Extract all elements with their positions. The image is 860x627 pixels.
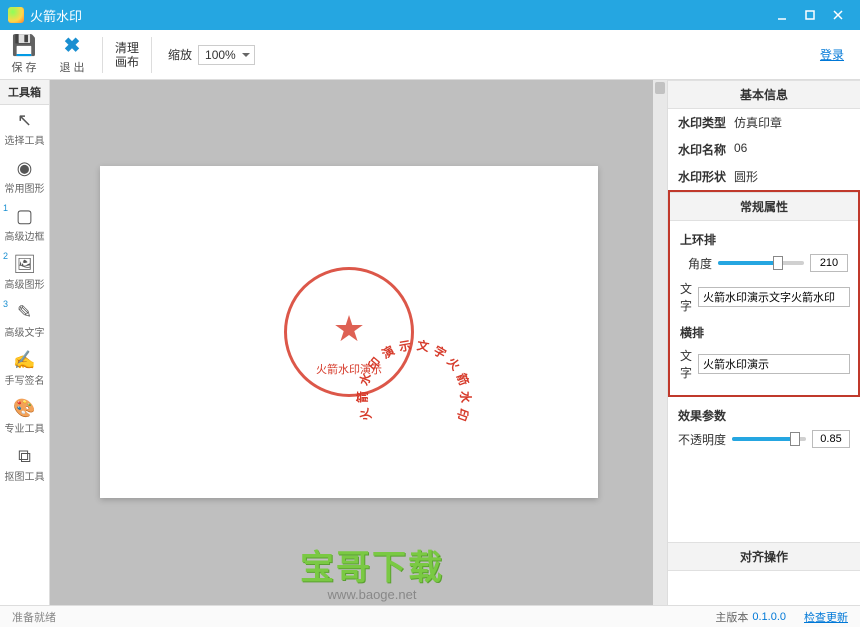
tool-text[interactable]: 3✎高级文字 <box>0 297 49 345</box>
opacity-label: 不透明度 <box>678 431 726 448</box>
tool-cursor[interactable]: ↖ 选择工具 <box>0 105 49 153</box>
canvas[interactable]: 火箭水印演示文字火箭水印 ★ 火箭水印演示 <box>100 166 598 498</box>
save-icon: 💾 <box>0 35 48 57</box>
save-button[interactable]: 💾 保 存 <box>0 31 48 79</box>
angle-slider[interactable] <box>718 261 804 265</box>
toolbox: 工具箱 ↖ 选择工具 ◉ 常用图形 1▢高级边框2🖼高级图形3✎高级文字 ✍ 手写签名 🎨 专业… <box>0 80 50 605</box>
main-area: 工具箱 ↖ 选择工具 ◉ 常用图形 1▢高级边框2🖼高级图形3✎高级文字 ✍ 手写签名 🎨 专业… <box>0 80 860 605</box>
align-header: 对齐操作 <box>668 542 860 571</box>
slider-thumb[interactable] <box>790 432 800 446</box>
separator <box>151 37 152 73</box>
tool-label: 高级图形 <box>0 276 49 291</box>
opacity-slider[interactable] <box>732 437 806 441</box>
pen-icon: ✍ <box>0 350 49 370</box>
separator <box>102 37 103 73</box>
tool-badge: 1 <box>3 203 8 213</box>
right-panel: 基本信息 水印类型仿真印章 水印名称06 水印形状圆形 常规属性 上环排 角度 … <box>667 80 860 605</box>
app-logo-icon <box>8 7 24 23</box>
tool-crop[interactable]: ⧉ 抠图工具 <box>0 441 49 489</box>
angle-input[interactable] <box>810 254 848 272</box>
close-button[interactable] <box>824 0 852 30</box>
window-title: 火箭水印 <box>30 6 768 25</box>
star-icon: ★ <box>333 308 365 350</box>
properties-highlight: 常规属性 上环排 角度 文字 横排 文字 <box>668 190 860 397</box>
properties-header: 常规属性 <box>670 192 858 221</box>
info-row-name: 水印名称06 <box>668 136 860 163</box>
upper-text-label: 文字 <box>680 280 692 314</box>
stamp-watermark[interactable]: 火箭水印演示文字火箭水印 ★ 火箭水印演示 <box>284 267 414 397</box>
tool-label: 专业工具 <box>0 420 49 435</box>
tool-label: 常用图形 <box>0 180 49 195</box>
tool-circle[interactable]: ◉ 常用图形 <box>0 153 49 201</box>
tool-image[interactable]: 2🖼高级图形 <box>0 249 49 297</box>
login-link[interactable]: 登录 <box>820 46 844 63</box>
tool-label: 手写签名 <box>0 372 49 387</box>
tool-label: 选择工具 <box>0 132 49 147</box>
tool-label: 高级文字 <box>0 324 49 339</box>
statusbar: 准备就绪 主版本 0.1.0.0 检查更新 <box>0 605 860 627</box>
clear-canvas-button[interactable]: 清理 画布 <box>109 41 145 69</box>
tool-badge: 2 <box>3 251 8 261</box>
tool-pen[interactable]: ✍ 手写签名 <box>0 345 49 393</box>
info-row-type: 水印类型仿真印章 <box>668 109 860 136</box>
palette-icon: 🎨 <box>0 398 49 418</box>
horiz-text-input[interactable] <box>698 354 850 374</box>
maximize-button[interactable] <box>796 0 824 30</box>
horiz-title: 横排 <box>680 318 848 343</box>
tool-square[interactable]: 1▢高级边框 <box>0 201 49 249</box>
exit-button[interactable]: ✖ 退 出 <box>48 31 96 79</box>
info-row-shape: 水印形状圆形 <box>668 163 860 190</box>
titlebar: 火箭水印 <box>0 0 860 30</box>
basic-info-header: 基本信息 <box>668 80 860 109</box>
tool-palette[interactable]: 🎨 专业工具 <box>0 393 49 441</box>
stamp-bottom-text: 火箭水印演示 <box>284 361 414 377</box>
check-update-link[interactable]: 检查更新 <box>804 609 848 625</box>
canvas-area[interactable]: 火箭水印演示文字火箭水印 ★ 火箭水印演示 <box>50 80 667 605</box>
toolbar: 💾 保 存 ✖ 退 出 清理 画布 缩放 100% 登录 <box>0 30 860 80</box>
effect-header: 效果参数 <box>678 401 850 426</box>
circle-icon: ◉ <box>0 158 49 178</box>
zoom-select[interactable]: 100% <box>198 45 255 65</box>
tool-label: 高级边框 <box>0 228 49 243</box>
status-ready: 准备就绪 <box>12 609 56 625</box>
opacity-input[interactable] <box>812 430 850 448</box>
tool-label: 抠图工具 <box>0 468 49 483</box>
exit-icon: ✖ <box>48 35 96 57</box>
version-label: 主版本 <box>715 609 748 625</box>
horiz-text-label: 文字 <box>680 347 692 381</box>
crop-icon: ⧉ <box>0 446 49 466</box>
toolbox-header: 工具箱 <box>0 80 49 105</box>
vertical-scrollbar[interactable] <box>653 80 667 605</box>
slider-thumb[interactable] <box>773 256 783 270</box>
zoom-label: 缩放 <box>168 46 192 63</box>
version-value: 0.1.0.0 <box>752 611 786 623</box>
upper-text-input[interactable] <box>698 287 850 307</box>
minimize-button[interactable] <box>768 0 796 30</box>
scrollbar-thumb[interactable] <box>655 82 665 94</box>
upper-arc-title: 上环排 <box>680 225 848 250</box>
tool-badge: 3 <box>3 299 8 309</box>
zoom-control: 缩放 100% <box>168 45 255 65</box>
cursor-icon: ↖ <box>0 110 49 130</box>
angle-label: 角度 <box>680 255 712 272</box>
